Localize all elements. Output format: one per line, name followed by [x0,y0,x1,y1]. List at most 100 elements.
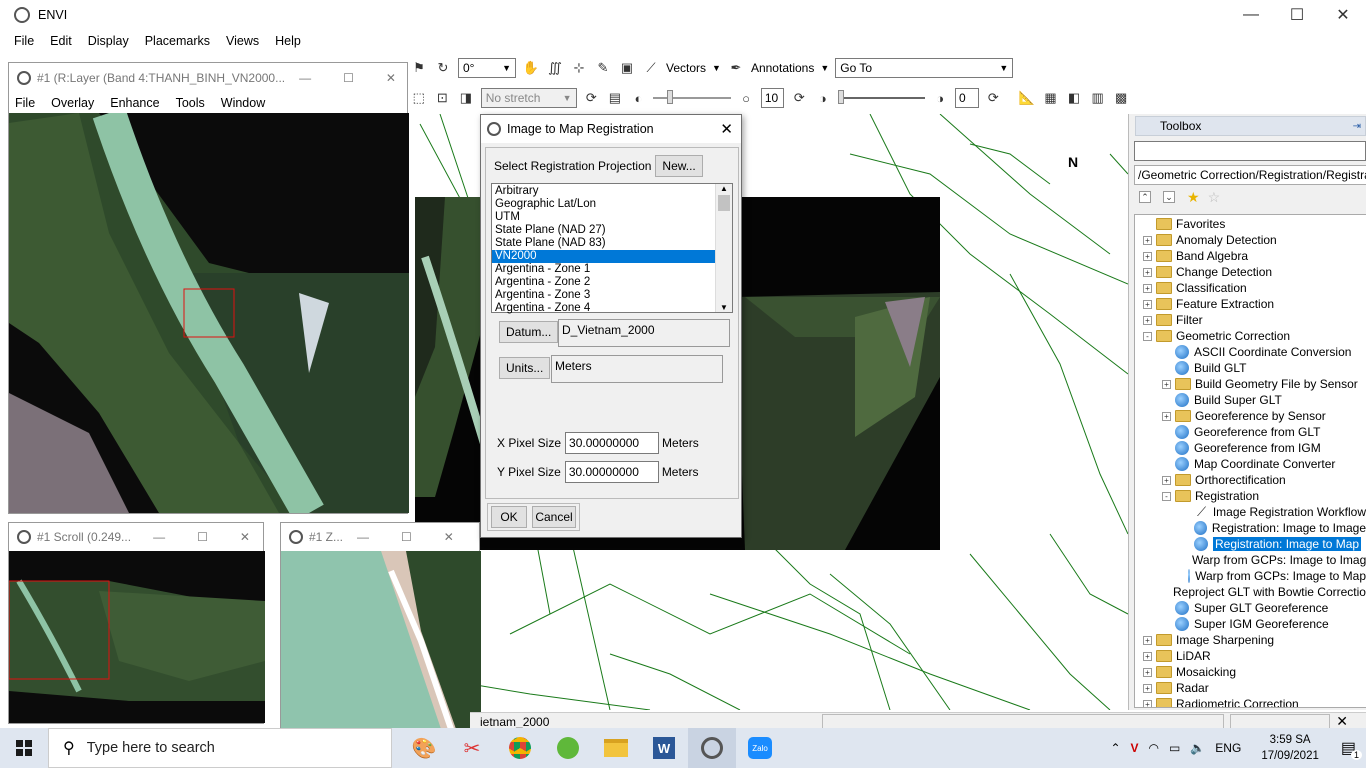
close-button[interactable]: ✕ [1320,0,1366,30]
measure-icon[interactable]: 📐 [1018,89,1036,107]
toolbox-item[interactable]: Reproject GLT with Bowtie Correction [1135,584,1366,600]
chip-icon[interactable]: ▩ [1112,89,1130,107]
expand-icon[interactable]: + [1143,683,1152,693]
toolbox-item[interactable]: Favorites [1135,216,1366,232]
zoom-close-button[interactable]: ✕ [444,530,454,544]
expand-icon[interactable]: + [1143,651,1152,661]
projection-item[interactable]: Argentina - Zone 4 [492,302,716,315]
toolbox-item[interactable]: Warp from GCPs: Image to Map [1135,568,1366,584]
cococ-app-icon[interactable] [544,728,592,768]
volume-icon[interactable]: 🔈 [1190,741,1205,755]
layer-minimize-button[interactable]: — [299,71,311,85]
units-button[interactable]: Units... [499,357,551,379]
expand-all-icon[interactable]: ⌄ [1163,191,1175,203]
brightness-slider[interactable] [653,90,732,104]
transparency-value[interactable]: 0 [954,88,979,108]
expand-icon[interactable]: + [1143,235,1152,245]
notification-button[interactable]: ▤ 1 [1341,738,1362,760]
stretch-icon[interactable]: ◨ [457,89,475,107]
layer-menu-overlay[interactable]: Overlay [51,96,94,110]
histogram-icon[interactable]: ▤ [606,89,624,107]
flag-icon[interactable]: ⚑ [410,59,428,77]
vectors-icon[interactable]: ⟋ [642,59,660,77]
collapse-icon[interactable]: - [1162,491,1171,501]
menu-help[interactable]: Help [275,34,301,48]
rotate-icon[interactable]: ↻ [434,59,452,77]
toolbox-item[interactable]: + Image Sharpening [1135,632,1366,648]
roi-icon[interactable]: ✎ [594,59,612,77]
projection-scrollbar[interactable]: ▲ ▼ [715,184,732,312]
toolbox-item[interactable]: + Classification [1135,280,1366,296]
rotation-combo[interactable]: 0° ▼ [458,58,516,78]
layer-menu-file[interactable]: File [15,96,35,110]
scroll-close-button[interactable]: ✕ [240,530,250,544]
remove-favorite-icon[interactable]: ☆ [1208,189,1221,206]
toolbox-item[interactable]: Registration: Image to Map [1135,536,1366,552]
word-app-icon[interactable]: W [640,728,688,768]
transparency-slider[interactable] [837,90,926,104]
expand-icon[interactable]: + [1143,283,1152,293]
ok-button[interactable]: OK [491,506,527,528]
menu-placemarks[interactable]: Placemarks [145,34,210,48]
expand-icon[interactable]: + [1162,475,1171,485]
y-pixel-input[interactable]: 30.00000000 [564,461,659,483]
toolbox-item[interactable]: Warp from GCPs: Image to Image [1135,552,1366,568]
toolbox-item[interactable]: + Mosaicking [1135,664,1366,680]
expand-icon[interactable]: + [1143,635,1152,645]
fly-icon[interactable]: ∭ [546,59,564,77]
projection-item[interactable]: Argentina - Zone 2 [492,276,716,289]
toolbox-item[interactable]: + Orthorectification [1135,472,1366,488]
toolbox-item[interactable]: + Change Detection [1135,264,1366,280]
export-icon[interactable]: ▥ [1089,89,1107,107]
expand-icon[interactable]: + [1162,379,1171,389]
projection-item[interactable]: State Plane (NAD 83) [492,237,716,250]
projection-list[interactable]: Arbitrary Geographic Lat/Lon UTM State Plan… [491,183,733,315]
expand-icon[interactable]: + [1143,299,1152,309]
scroll-down-icon[interactable]: ▼ [716,303,732,312]
layer-close-button[interactable]: ✕ [386,71,396,85]
toolbox-item[interactable]: ASCII Coordinate Conversion [1135,344,1366,360]
vectors-menu[interactable]: Vectors [666,61,706,75]
expand-icon[interactable]: + [1143,315,1152,325]
layer-image[interactable] [9,113,409,513]
toolbox-item[interactable]: Build GLT [1135,360,1366,376]
projection-item[interactable]: Geographic Lat/Lon [492,198,716,211]
layer-maximize-button[interactable]: ☐ [343,71,354,85]
image-icon[interactable]: ▦ [1042,89,1060,107]
zoom-image[interactable] [281,551,481,729]
toolbox-item[interactable]: + Feature Extraction [1135,296,1366,312]
pan-icon[interactable]: ✋ [522,59,540,77]
projection-item[interactable]: Arbitrary [492,185,716,198]
menu-views[interactable]: Views [226,34,259,48]
start-button[interactable] [0,728,48,768]
toolbox-item[interactable]: + Filter [1135,312,1366,328]
toolbox-item[interactable]: + Georeference by Sensor [1135,408,1366,424]
wifi-icon[interactable]: ◠ [1149,741,1159,755]
toolbox-item[interactable]: + Band Algebra [1135,248,1366,264]
projection-item[interactable]: UTM [492,211,716,224]
layer-icon[interactable]: ◧ [1065,89,1083,107]
clock[interactable]: 3:59 SA 17/09/2021 [1261,732,1319,764]
toolbox-dock-icon[interactable]: ⇥ [1353,121,1361,132]
crosshair-icon[interactable]: ⊹ [570,59,588,77]
layer-menu-window[interactable]: Window [221,96,265,110]
zoom-fit-icon[interactable]: ⊡ [434,89,452,107]
scroll-thumb[interactable] [718,195,730,211]
toolbox-item[interactable]: Super GLT Georeference [1135,600,1366,616]
toolbox-item[interactable]: + Radar [1135,680,1366,696]
menu-file[interactable]: File [14,34,34,48]
projection-item[interactable]: Argentina - Zone 3 [492,289,716,302]
scroll-image[interactable] [9,551,265,723]
paint-app-icon[interactable]: 🎨 [400,728,448,768]
goto-combo[interactable]: Go To ▼ [835,58,1014,78]
expand-icon[interactable]: + [1162,411,1171,421]
toolbox-item[interactable]: - Geometric Correction [1135,328,1366,344]
zoom-minimize-button[interactable]: — [357,530,369,544]
stretch-combo[interactable]: No stretch ▼ [480,88,577,108]
taskbar-search[interactable]: ⚲ Type here to search [48,728,392,768]
expand-icon[interactable]: + [1143,667,1152,677]
explorer-app-icon[interactable] [592,728,640,768]
scroll-maximize-button[interactable]: ☐ [197,530,208,544]
toolbox-item[interactable]: + Radiometric Correction [1135,696,1366,707]
expand-icon[interactable]: + [1143,699,1152,707]
